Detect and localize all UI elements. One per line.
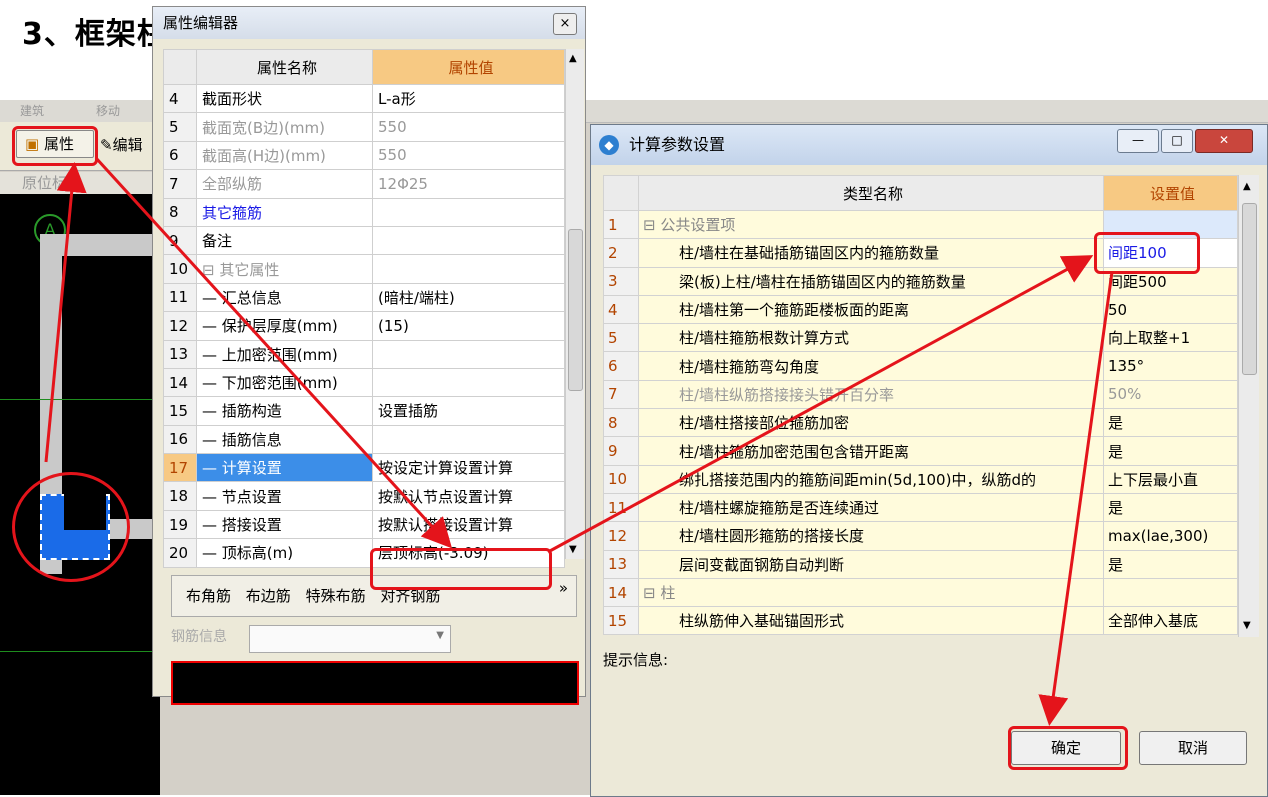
annotation-arrows bbox=[44, 156, 1114, 726]
arrow-to-calc-setting bbox=[94, 156, 453, 549]
arrow-to-hoop-setting bbox=[547, 255, 1094, 554]
arrow-to-ok-button bbox=[1038, 271, 1114, 726]
arrow-to-property-button bbox=[44, 162, 87, 463]
